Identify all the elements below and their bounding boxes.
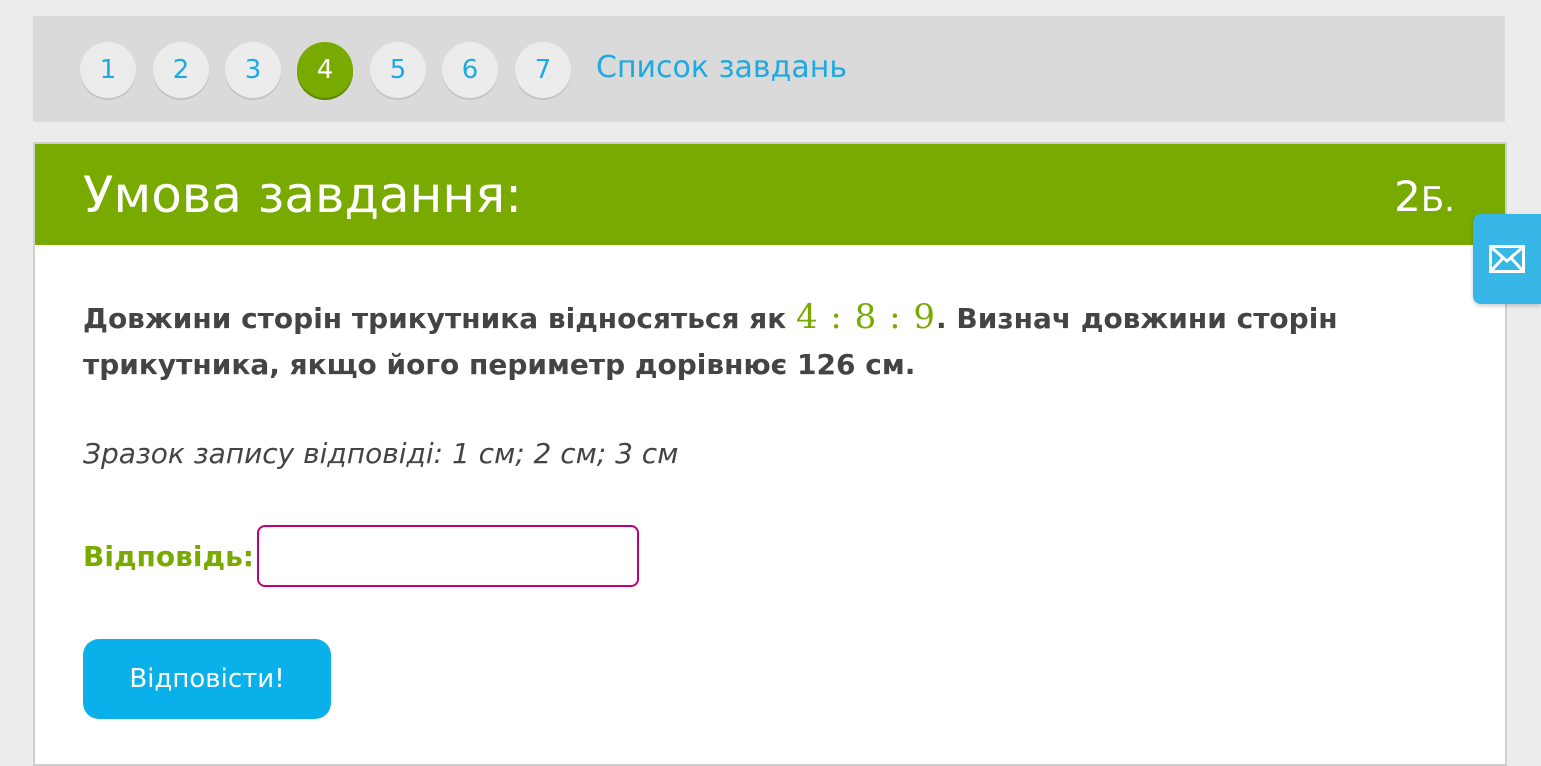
task-number-2[interactable]: 2	[153, 42, 209, 98]
feedback-mail-tab[interactable]	[1473, 214, 1541, 304]
task-number-6[interactable]: 6	[442, 42, 498, 98]
envelope-icon	[1489, 245, 1525, 273]
panel-title: Умова завдання:	[83, 166, 522, 224]
score-value: 2	[1394, 172, 1421, 221]
task-panel-header: Умова завдання: 2Б.	[35, 144, 1505, 245]
score-unit: Б.	[1420, 180, 1455, 220]
task-navigation: 1 2 3 4 5 6 7 Список завдань	[33, 16, 1505, 122]
question-text-start: Довжини сторін трикутника відносяться як	[83, 302, 796, 335]
task-number-4-current[interactable]: 4	[297, 42, 353, 98]
sample-answer-hint: Зразок запису відповіді: 1 см; 2 см; 3 с…	[83, 437, 679, 470]
task-list-link[interactable]: Список завдань	[596, 50, 847, 85]
task-panel: Умова завдання: 2Б. Довжини сторін трику…	[33, 142, 1507, 766]
question-text: Довжини сторін трикутника відносяться як…	[83, 294, 1413, 388]
submit-answer-button[interactable]: Відповісти!	[83, 639, 331, 719]
task-number-7[interactable]: 7	[515, 42, 571, 98]
task-number-1[interactable]: 1	[80, 42, 136, 98]
task-number-3[interactable]: 3	[225, 42, 281, 98]
side-ratio: 4 : 8 : 9	[795, 297, 936, 337]
answer-label: Відповідь:	[83, 540, 254, 573]
answer-input[interactable]	[257, 525, 639, 587]
task-number-5[interactable]: 5	[370, 42, 426, 98]
task-score: 2Б.	[1394, 172, 1455, 221]
